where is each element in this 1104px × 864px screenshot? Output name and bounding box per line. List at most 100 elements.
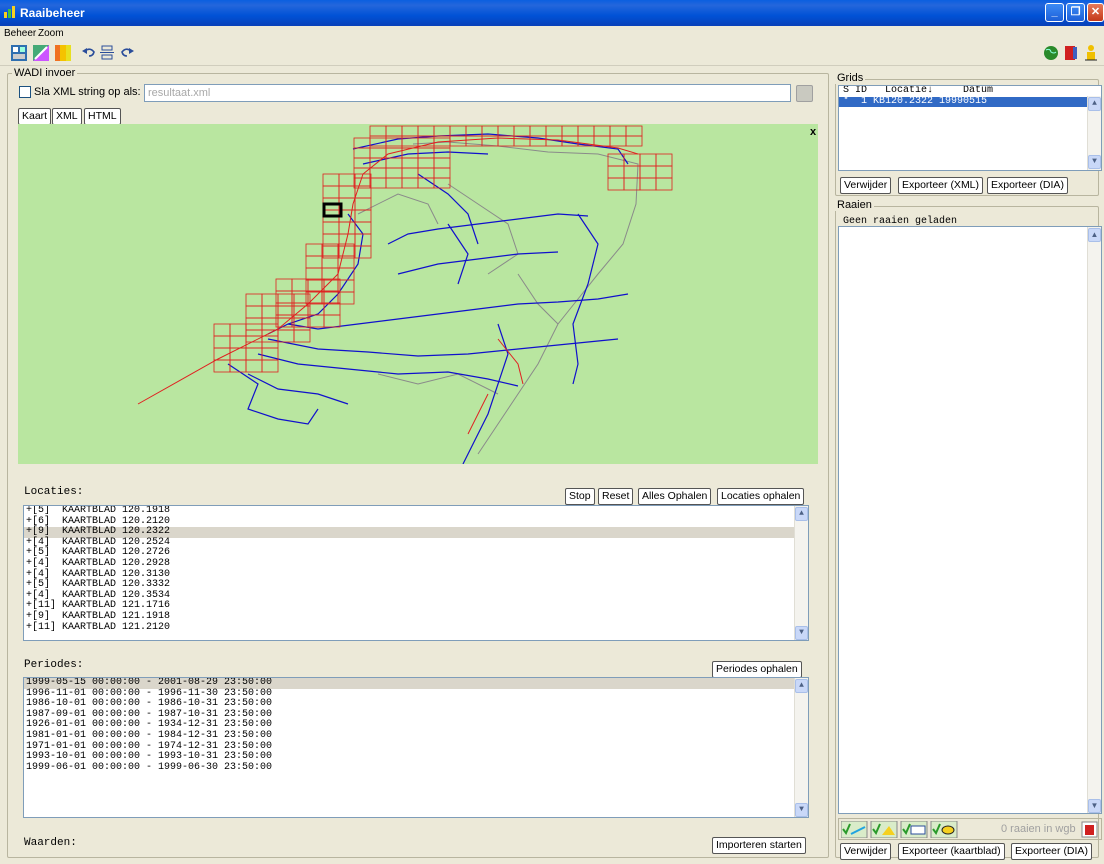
- kaartblad-cell[interactable]: [213, 359, 231, 373]
- kaartblad-cell[interactable]: [639, 153, 657, 167]
- kaartblad-cell[interactable]: [433, 167, 451, 179]
- map-close-button[interactable]: x: [810, 126, 816, 138]
- kaartblad-cell[interactable]: [229, 323, 247, 337]
- raaien-verwijder-button[interactable]: Verwijder: [840, 843, 892, 860]
- kaartblad-cell[interactable]: [305, 267, 323, 281]
- alles-ophalen-button[interactable]: Alles Ophalen: [638, 488, 712, 505]
- kaartblad-cell[interactable]: [229, 347, 247, 361]
- list-item[interactable]: 1981-01-01 00:00:00 - 1984-12-31 23:50:0…: [24, 730, 808, 742]
- people-icon[interactable]: [1082, 44, 1100, 62]
- browse-button[interactable]: [796, 85, 813, 102]
- scroll-down-icon[interactable]: ▼: [795, 626, 808, 640]
- kaartblad-cell[interactable]: [609, 135, 627, 147]
- raaien-exporteer-kaartblad-button[interactable]: Exporteer (kaartblad): [898, 843, 1005, 860]
- kaartblad-cell[interactable]: [338, 173, 356, 187]
- kaartblad-cell[interactable]: [369, 167, 387, 179]
- scroll-up-icon[interactable]: ▲: [1088, 228, 1101, 242]
- locaties-ophalen-button[interactable]: Locaties ophalen: [717, 488, 805, 505]
- scroll-up-icon[interactable]: ▲: [795, 507, 808, 521]
- list-item[interactable]: +[5] KAARTBLAD 120.1918: [24, 506, 808, 517]
- kaartblad-cell[interactable]: [305, 243, 323, 257]
- kaartblad-cell[interactable]: [561, 125, 579, 137]
- scroll-up-icon[interactable]: ▲: [1088, 97, 1101, 111]
- kaartblad-cell[interactable]: [655, 177, 673, 191]
- map-panel[interactable]: x: [18, 124, 818, 464]
- kaartblad-cell[interactable]: [385, 167, 403, 179]
- list-item[interactable]: +[4] KAARTBLAD 120.2928: [24, 558, 808, 570]
- tab-xml[interactable]: XML: [52, 108, 82, 125]
- kaartblad-cell[interactable]: [245, 305, 263, 319]
- kaartblad-cell[interactable]: [639, 165, 657, 179]
- kaartblad-cell[interactable]: [305, 255, 323, 269]
- periodes-scrollbar[interactable]: ▲ ▼: [794, 678, 808, 817]
- tab-html[interactable]: HTML: [84, 108, 121, 125]
- save-xml-filename-input[interactable]: resultaat.xml: [144, 84, 791, 102]
- kaartblad-cell[interactable]: [417, 167, 435, 179]
- kaartblad-cell[interactable]: [401, 177, 419, 189]
- kaartblad-cell[interactable]: [513, 125, 531, 137]
- kaartblad-cell[interactable]: [354, 221, 372, 235]
- kaartblad-cell[interactable]: [401, 147, 419, 159]
- kaartblad-cell[interactable]: [593, 135, 611, 147]
- kaartblad-cell[interactable]: [609, 125, 627, 137]
- kaartblad-cell[interactable]: [245, 359, 263, 373]
- redo-icon[interactable]: [118, 44, 136, 62]
- kaartblad-cell[interactable]: [338, 221, 356, 235]
- kaartblad-cell[interactable]: [369, 125, 387, 137]
- kaartblad-cell[interactable]: [369, 177, 387, 189]
- kaartblad-cell[interactable]: [625, 135, 643, 147]
- menu-beheer[interactable]: Beheer: [4, 28, 36, 39]
- map-canvas[interactable]: [18, 124, 818, 464]
- check-line-icon[interactable]: [841, 821, 868, 838]
- kaartblad-cell[interactable]: [417, 157, 435, 169]
- menu-zoom[interactable]: Zoom: [38, 28, 64, 39]
- kaartblad-cell[interactable]: [497, 135, 515, 147]
- kaartblad-cell[interactable]: [655, 153, 673, 167]
- kaartblad-cell[interactable]: [593, 125, 611, 137]
- check-triangle-icon[interactable]: [870, 821, 898, 838]
- kaartblad-cell[interactable]: [607, 177, 625, 191]
- list-item[interactable]: +[9] KAARTBLAD 121.1918: [24, 611, 808, 623]
- scroll-down-icon[interactable]: ▼: [1088, 155, 1101, 169]
- kaartblad-cell[interactable]: [401, 157, 419, 169]
- kaartblad-cell[interactable]: [275, 278, 293, 292]
- save-xml-checkbox[interactable]: [19, 86, 31, 98]
- kaartblad-cell[interactable]: [545, 125, 563, 137]
- scroll-down-icon[interactable]: ▼: [1088, 799, 1101, 813]
- scroll-down-icon[interactable]: ▼: [795, 803, 808, 817]
- periodes-ophalen-button[interactable]: Periodes ophalen: [712, 661, 802, 678]
- kaartblad-cell[interactable]: [639, 177, 657, 191]
- kaartblad-cell[interactable]: [322, 185, 340, 199]
- grids-table-row[interactable]: * 1 KB120.2322 19990515: [839, 96, 1087, 108]
- check-table-icon[interactable]: [900, 821, 928, 838]
- kaartblad-cell[interactable]: [433, 157, 451, 169]
- list-item[interactable]: 1999-05-15 00:00:00 - 2001-08-29 23:50:0…: [24, 678, 808, 689]
- stop-button[interactable]: Stop: [565, 488, 595, 505]
- kaartblad-cell[interactable]: [417, 125, 435, 137]
- importeren-starten-button[interactable]: Importeren starten: [712, 837, 806, 854]
- kaartblad-cell[interactable]: [529, 125, 547, 137]
- kaartblad-cell[interactable]: [353, 147, 371, 159]
- kaartblad-cell[interactable]: [321, 267, 339, 281]
- kaartblad-cell[interactable]: [293, 329, 311, 343]
- delete-raaien-icon[interactable]: [1081, 821, 1098, 838]
- grids-verwijder-button[interactable]: Verwijder: [840, 177, 892, 194]
- grids-table[interactable]: S ID Locatie↓ Datum * 1 KB120.2322 19990…: [838, 85, 1102, 171]
- colormap-icon[interactable]: [32, 44, 50, 62]
- kaartblad-cell[interactable]: [323, 314, 341, 328]
- kaartblad-cell[interactable]: [245, 293, 263, 307]
- split-icon[interactable]: [98, 44, 116, 62]
- minimize-button[interactable]: _: [1045, 3, 1064, 22]
- kaartblad-cell[interactable]: [353, 177, 371, 189]
- list-item[interactable]: +[11] KAARTBLAD 121.2120: [24, 622, 808, 634]
- kaartblad-cell[interactable]: [401, 125, 419, 137]
- grids-exporteer-dia-button[interactable]: Exporteer (DIA): [987, 177, 1068, 194]
- raaien-list[interactable]: ▲ ▼: [838, 226, 1102, 814]
- kaartblad-cell[interactable]: [261, 359, 279, 373]
- raaien-exporteer-dia-button[interactable]: Exporteer (DIA): [1011, 843, 1092, 860]
- kaartblad-cell[interactable]: [354, 245, 372, 259]
- raaien-scrollbar[interactable]: ▲ ▼: [1087, 227, 1101, 813]
- kaartblad-cell[interactable]: [213, 323, 231, 337]
- grids-scrollbar[interactable]: ▲ ▼: [1087, 96, 1101, 170]
- kaartblad-cell[interactable]: [577, 125, 595, 137]
